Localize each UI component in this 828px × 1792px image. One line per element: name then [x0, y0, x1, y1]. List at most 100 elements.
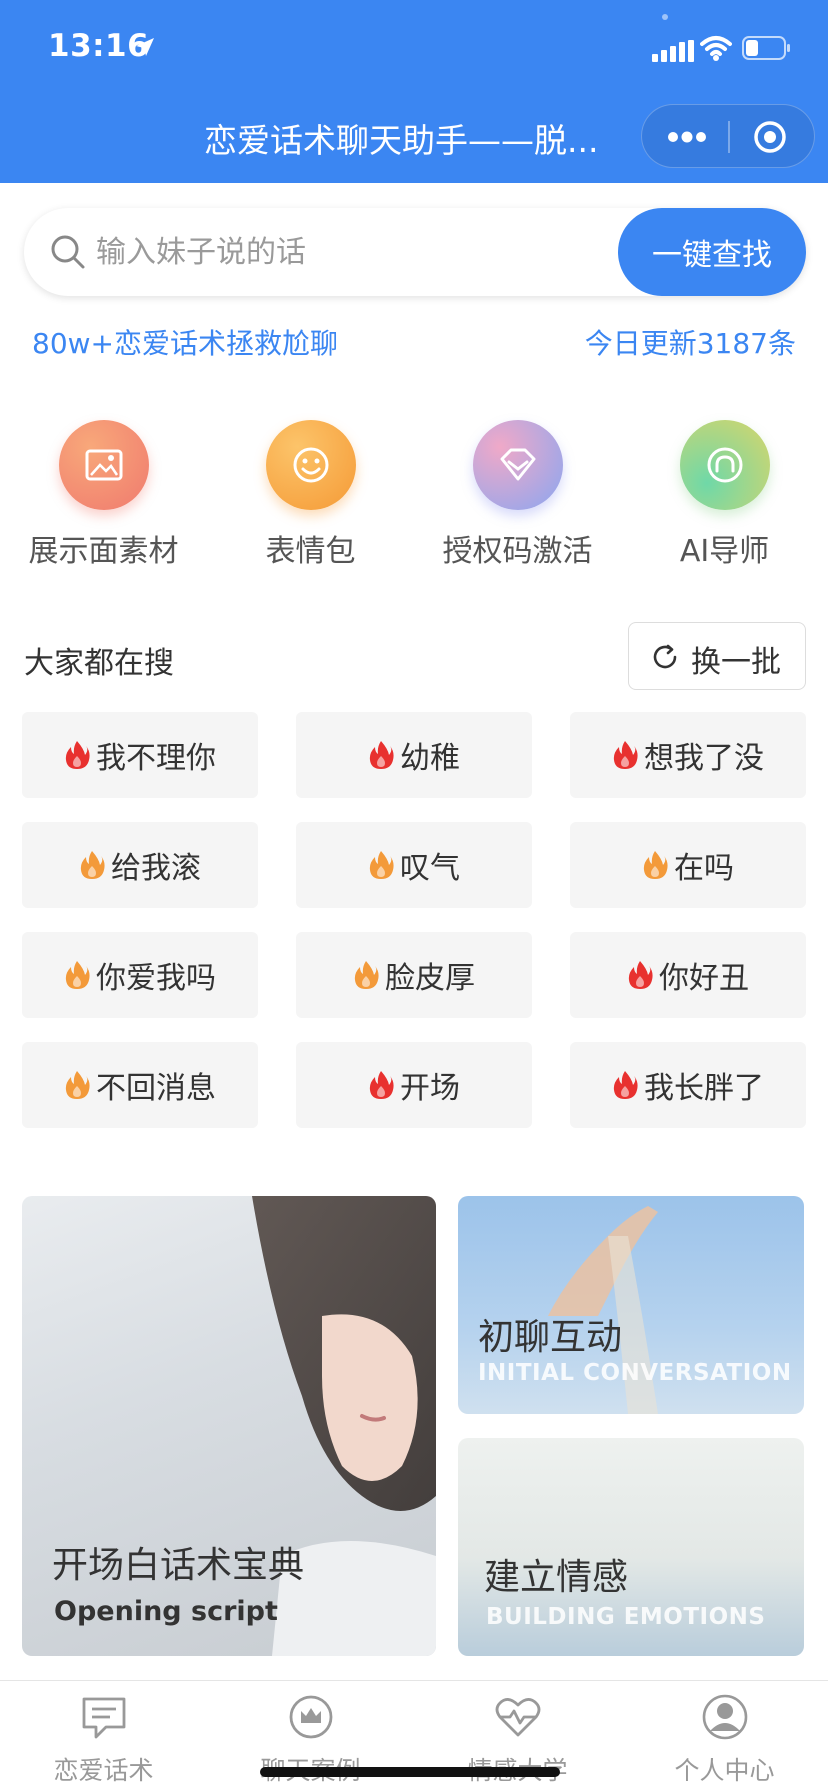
- hot-search-tag[interactable]: 我不理你: [22, 712, 258, 798]
- hot-search-tag[interactable]: 想我了没: [570, 712, 806, 798]
- flame-icon: [65, 741, 90, 769]
- quick-action-stickers[interactable]: 表情包: [207, 418, 414, 569]
- page-title: 恋爱话术聊天助手——脱...: [204, 121, 599, 160]
- initial-card-title: 初聊互动: [478, 1317, 623, 1358]
- location-arrow-icon: [136, 38, 154, 56]
- flame-icon: [369, 741, 394, 769]
- chat-icon: [82, 1697, 126, 1739]
- hot-search-tag[interactable]: 叹气: [296, 822, 532, 908]
- diamond-icon: [500, 448, 536, 481]
- hot-search-tag-label: 在吗: [674, 851, 734, 886]
- tab-love-scripts[interactable]: 恋爱话术: [0, 1681, 207, 1792]
- capsule-divider: [728, 121, 730, 153]
- search-button[interactable]: 一键查找: [618, 208, 806, 296]
- headset-icon: [707, 447, 743, 483]
- opening-script-card[interactable]: 开场白话术宝典 Opening script: [22, 1196, 436, 1656]
- flame-icon: [80, 851, 105, 879]
- status-bar: 13:16: [0, 0, 828, 100]
- quick-action-ai-mentor[interactable]: AI导师: [621, 418, 828, 569]
- mini-program-capsule: [641, 104, 815, 168]
- opening-card-subtitle: Opening script: [54, 1596, 278, 1627]
- hot-search-tag-content: 给我滚: [22, 822, 258, 908]
- hot-search-tag-content: 你爱我吗: [22, 932, 258, 1018]
- smiley-icon: [293, 447, 329, 483]
- building-card-subtitle: BUILDING EMOTIONS: [486, 1604, 766, 1630]
- promo-tagline: 80w+恋爱话术拯救尬聊: [32, 327, 338, 360]
- hot-search-tag-content: 脸皮厚: [296, 932, 532, 1018]
- flame-icon: [369, 851, 394, 879]
- quick-action-circle: [473, 420, 563, 510]
- user-icon: [702, 1694, 748, 1740]
- status-dot: [662, 14, 668, 20]
- flame-icon: [643, 851, 668, 879]
- hot-search-tag[interactable]: 不回消息: [22, 1042, 258, 1128]
- flame-icon: [354, 961, 379, 989]
- hot-search-tag-label: 你好丑: [659, 961, 749, 996]
- hot-search-tag[interactable]: 给我滚: [22, 822, 258, 908]
- hot-search-tag-content: 我长胖了: [570, 1042, 806, 1128]
- quick-action-label: AI导师: [679, 534, 770, 569]
- quick-actions: 展示面素材 表情包 授权码激活 AI导师: [0, 418, 828, 569]
- header-bar: 13:16 恋爱话术聊天助手——脱...: [0, 0, 828, 183]
- search-input[interactable]: [96, 222, 616, 282]
- daily-update-count: 今日更新3187条: [584, 327, 796, 360]
- hot-search-tag-label: 开场: [400, 1071, 460, 1106]
- hot-search-tag-content: 幼稚: [296, 712, 532, 798]
- opening-card-title: 开场白话术宝典: [52, 1545, 305, 1586]
- quick-action-materials[interactable]: 展示面素材: [0, 418, 207, 569]
- battery-icon: [742, 36, 790, 60]
- more-dots-icon[interactable]: [664, 125, 710, 149]
- hot-search-tag-content: 想我了没: [570, 712, 806, 798]
- refresh-icon: [653, 644, 677, 669]
- flame-icon: [628, 961, 653, 989]
- quick-action-circle: [59, 420, 149, 510]
- close-target-icon[interactable]: [752, 119, 788, 155]
- quick-action-label: 授权码激活: [442, 534, 593, 569]
- flame-icon: [369, 1071, 394, 1099]
- hot-search-tag-content: 你好丑: [570, 932, 806, 1018]
- refresh-label: 换一批: [691, 645, 781, 680]
- quick-action-label: 展示面素材: [28, 534, 179, 569]
- tab-profile[interactable]: 个人中心: [621, 1681, 828, 1792]
- hot-search-tag-label: 我长胖了: [644, 1071, 764, 1106]
- image-icon: [85, 449, 123, 481]
- flame-icon: [613, 1071, 638, 1099]
- flame-icon: [65, 961, 90, 989]
- hot-search-tag-label: 我不理你: [96, 741, 216, 776]
- initial-conversation-card[interactable]: 初聊互动 INITIAL CONVERSATION: [458, 1196, 804, 1414]
- refresh-button[interactable]: 换一批: [628, 622, 806, 690]
- hot-search-tag-content: 在吗: [570, 822, 806, 908]
- building-emotions-card[interactable]: 建立情感 BUILDING EMOTIONS: [458, 1438, 804, 1656]
- heart-pulse-icon: [495, 1698, 541, 1737]
- hot-search-tag-label: 脸皮厚: [385, 961, 475, 996]
- quick-action-circle: [266, 420, 356, 510]
- flame-icon: [65, 1071, 90, 1099]
- hot-search-tag[interactable]: 你好丑: [570, 932, 806, 1018]
- hot-search-tag-content: 不回消息: [22, 1042, 258, 1128]
- hot-search-tag-label: 幼稚: [400, 741, 460, 776]
- hot-search-tag[interactable]: 脸皮厚: [296, 932, 532, 1018]
- hot-search-tag[interactable]: 你爱我吗: [22, 932, 258, 1018]
- crown-icon: [289, 1695, 333, 1739]
- hot-search-tag-content: 叹气: [296, 822, 532, 908]
- building-card-title: 建立情感: [484, 1557, 629, 1598]
- hot-search-tag-content: 开场: [296, 1042, 532, 1128]
- hot-search-tag[interactable]: 幼稚: [296, 712, 532, 798]
- signal-icon: [652, 40, 694, 62]
- quick-action-label: 表情包: [265, 534, 356, 569]
- search-icon: [51, 235, 85, 269]
- wifi-icon: [700, 36, 732, 61]
- hot-search-tag-label: 叹气: [400, 851, 460, 886]
- home-indicator: [260, 1767, 560, 1777]
- hot-search-tag[interactable]: 开场: [296, 1042, 532, 1128]
- hot-search-tag-label: 想我了没: [644, 741, 764, 776]
- hot-search-tag[interactable]: 我长胖了: [570, 1042, 806, 1128]
- search-bar: 一键查找: [24, 208, 806, 296]
- hot-search-tag-label: 给我滚: [111, 851, 201, 886]
- quick-action-activate[interactable]: 授权码激活: [414, 418, 621, 569]
- tab-label: 恋爱话术: [53, 1756, 154, 1785]
- hot-search-title: 大家都在搜: [24, 646, 174, 681]
- flame-icon: [613, 741, 638, 769]
- hot-search-tag-label: 不回消息: [96, 1071, 216, 1106]
- hot-search-tag[interactable]: 在吗: [570, 822, 806, 908]
